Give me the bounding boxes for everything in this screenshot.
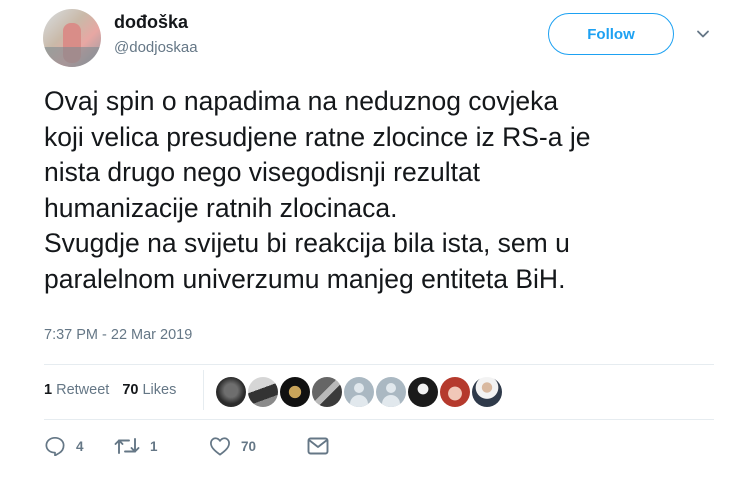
like-count: 70 [241,438,257,454]
retweet-stat[interactable]: 1 Retweet [44,382,109,398]
liker-avatar[interactable] [312,377,342,407]
liker-avatar[interactable] [344,377,374,407]
tweet-line: paralelnom univerzumu manjeg entiteta Bi… [44,263,566,294]
direct-message-button[interactable] [307,437,329,455]
like-stat-label: Likes [142,382,177,398]
reply-button[interactable]: 4 [44,436,114,456]
tweet-line: nista drugo nego visegodisnji rezultat [44,157,481,187]
divider [44,364,714,365]
liker-avatar[interactable] [376,377,406,407]
tweet-line: humanizacije ratnih zlocinaca. [44,192,398,223]
tweet-line: Svugdje na svijetu bi reakcija bila ista… [44,228,570,258]
avatar[interactable] [43,9,101,67]
liker-avatar[interactable] [216,377,246,407]
like-stat[interactable]: 70 Likes [122,382,176,398]
mail-icon [307,437,329,455]
retweet-stat-label: Retweet [56,382,110,398]
like-button[interactable]: 70 [209,436,307,456]
liker-avatar[interactable] [408,377,438,407]
like-stat-count: 70 [122,382,139,398]
display-name[interactable]: dođoška [114,12,188,33]
liker-avatar[interactable] [280,377,310,407]
tweet-text: Ovaj spin o napadima na neduznog covjeka… [44,84,734,297]
reply-count: 4 [76,438,84,454]
reply-icon [45,436,65,456]
retweet-count: 1 [150,438,158,454]
follow-button[interactable]: Follow [548,13,674,55]
tweet-actions: 4 1 70 [44,436,329,456]
liker-avatars [216,377,502,407]
stats-separator [203,370,204,410]
liker-avatar[interactable] [472,377,502,407]
retweet-button[interactable]: 1 [114,437,209,455]
liker-avatar[interactable] [248,377,278,407]
tweet-line: koji velica presudjene ratne zlocince iz… [44,121,591,152]
engagement-stats: 1 Retweet 70 Likes [44,382,176,398]
tweet-line: Ovaj spin o napadima na neduznog covjeka [44,86,559,116]
user-handle[interactable]: @dodjoskaa [114,39,198,56]
chevron-down-icon[interactable] [696,27,710,41]
liker-avatar[interactable] [440,377,470,407]
divider [44,419,714,420]
retweet-stat-count: 1 [44,382,53,398]
retweet-icon [114,438,140,454]
heart-icon [210,437,230,456]
tweet-timestamp[interactable]: 7:37 PM - 22 Mar 2019 [44,327,192,343]
